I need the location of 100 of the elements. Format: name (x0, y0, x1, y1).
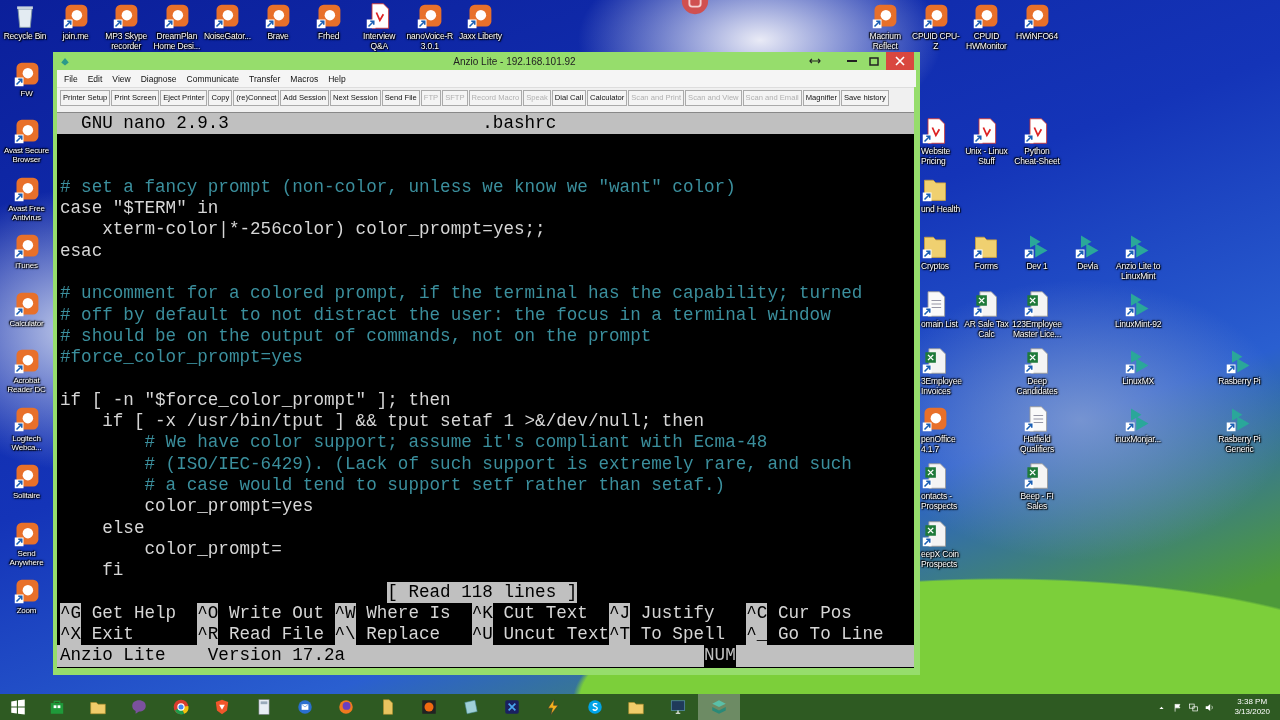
monitor-icon (668, 698, 687, 716)
spreadsheet-icon (1023, 462, 1051, 490)
version-text: Version 17.2a (207, 645, 347, 667)
menu-item[interactable]: File (64, 73, 78, 84)
menu-item[interactable]: View (112, 73, 131, 84)
desktop-icon-label[interactable]: Interview Q&A (354, 31, 405, 51)
desktop-icon-label[interactable]: Avast Secure Browser (0, 146, 53, 164)
code-line: fi (101, 560, 124, 582)
clock-date[interactable]: 3/13/2020 (1234, 707, 1270, 717)
desktop-icon-label[interactable]: Anzio Lite to LinuxMint (1113, 261, 1164, 281)
code-comment: # We have color support; assume it's compliant with Ecma-48 (143, 432, 768, 454)
desktop-icon-label[interactable]: penOffice 4.1.7 (921, 433, 961, 454)
desktop-icon-label[interactable]: Send Anywhere (0, 548, 53, 567)
desktop-icon-label[interactable]: 123Employee Master Lice... (1012, 318, 1062, 339)
code-line: case "$TERM" in (60, 198, 219, 220)
x-icon (503, 698, 521, 716)
desktop-icon-label[interactable]: FW (20, 88, 33, 98)
shortcut-key: ^K (471, 602, 493, 625)
close-button[interactable] (886, 52, 914, 70)
shortcut-label: Uncut Text (503, 624, 609, 646)
code-comment: # should be on the output of commands, not on the prompt (60, 325, 652, 348)
desktop-icon-label[interactable]: join.me (62, 31, 89, 41)
app-tile-icon (12, 577, 41, 605)
network-icon (1188, 701, 1200, 713)
desktop-icon-label[interactable]: Rasberry Pi (1218, 376, 1261, 386)
desktop-icon-label[interactable]: Macrium Reflect (860, 31, 911, 51)
menu-item[interactable]: Transfer (249, 73, 281, 84)
desktop-icon-label[interactable]: und Health (921, 203, 961, 214)
desktop-icon-label[interactable]: Forms (974, 261, 998, 271)
spreadsheet-icon (921, 462, 949, 490)
desktop-icon-label[interactable]: Acrobat Reader DC (0, 376, 53, 394)
desktop-icon-label[interactable]: Avast Free Antivirus (0, 203, 53, 222)
shortcut-label: Cut Text (503, 602, 588, 625)
desktop-icon-label[interactable]: 3Employee Invoices (921, 376, 962, 396)
desktop-icon-label[interactable]: Recycle Bin (3, 31, 47, 41)
desktop-icon-label[interactable]: CPUID HWMonitor (961, 31, 1012, 51)
desktop-icon-label[interactable]: HWiNFO64 (1016, 31, 1058, 41)
desktop-icon-label[interactable]: Beep - FI Sales (1012, 491, 1062, 511)
shortcut-label: Replace (366, 624, 441, 646)
spreadsheet-icon (1023, 289, 1051, 318)
desktop-icon-label[interactable]: iTunes (15, 261, 38, 270)
desktop-icon-label[interactable]: Brave (267, 31, 289, 41)
code-line: color_prompt=yes (143, 496, 314, 518)
desktop-icon-label[interactable]: Solitaire (12, 491, 41, 500)
browser-globe-icon (171, 698, 190, 716)
menu-item[interactable]: Diagnose (140, 73, 177, 84)
spreadsheet-icon (921, 519, 949, 548)
shortcut-key: ^_ (746, 624, 768, 646)
menu-item[interactable]: Edit (87, 73, 103, 84)
desktop-icon-label[interactable]: Jaxx Liberty (458, 31, 502, 41)
shortcut-key: ^O (197, 602, 219, 625)
app-tile-icon (12, 232, 41, 260)
desktop-icon-label[interactable]: Devla (1077, 261, 1098, 271)
desktop-icon-label[interactable]: Logitech Webca... (0, 433, 53, 452)
app-tile-icon (1023, 2, 1051, 30)
shortcut-key: ^T (609, 624, 631, 646)
app-tile-icon (162, 2, 191, 30)
shortcut-key: ^G (60, 602, 82, 625)
desktop-icon-label[interactable]: Zoom (16, 606, 37, 615)
desktop-icon-label[interactable]: omain List (921, 318, 958, 329)
shortcut-key: ^W (334, 602, 356, 625)
menu-item[interactable]: Communicate (186, 73, 239, 84)
desktop-icon-label[interactable]: NoiseGator... (203, 31, 251, 41)
desktop-icon-label[interactable]: DreamPlan Home Desi... (151, 31, 202, 51)
desktop-icon-label[interactable]: CPUID CPU-Z (910, 31, 961, 51)
flag-icon (1172, 701, 1184, 713)
file-name: .bashrc (482, 113, 557, 135)
shortcut-key: ^U (471, 624, 493, 646)
desktop-icon-label[interactable]: eepX Coin Prospects (921, 548, 961, 569)
desktop-icon-label[interactable]: Cryptos (921, 261, 949, 271)
clock-time[interactable]: 3:38 PM (1237, 697, 1268, 707)
code-comment: # uncomment for a colored prompt, if the terminal has the capability; turned (60, 283, 863, 305)
menu-item[interactable]: Help (328, 73, 346, 84)
app-tile-icon (61, 2, 90, 30)
desktop-icon-label[interactable]: AR Sale Tax Calc (961, 318, 1012, 339)
app-name: Anzio Lite (60, 645, 166, 667)
desktop-icon-label[interactable]: MP3 Skype recorder (101, 31, 152, 51)
desktop-icon-label[interactable]: LinuxMX (1122, 376, 1154, 386)
shortcut-label: Go To Line (777, 624, 884, 646)
menu-item[interactable]: Macros (290, 73, 319, 84)
desktop-icon-label[interactable]: nanoVoice-R 3.0.1 (404, 31, 455, 51)
app-tile-icon (921, 2, 950, 30)
spreadsheet-icon (1023, 347, 1051, 375)
desktop-icon-label[interactable]: Deep Candidates (1012, 376, 1062, 396)
desktop-icon-label[interactable]: ontacts - Prospects (921, 491, 961, 511)
code-comment: #force_color_prompt=yes (60, 347, 303, 369)
app-tile-icon (12, 462, 41, 490)
desktop-icon-label[interactable]: Frhed (318, 31, 340, 41)
shortcut-key: ^R (197, 624, 219, 646)
shortcut-key: ^X (60, 624, 82, 646)
desktop-icon-label[interactable]: LinuxMint-92 (1115, 318, 1162, 329)
editor-name: GNU nano 2.9.3 (80, 113, 230, 135)
browser-icon (337, 698, 356, 716)
desktop-icon-label[interactable]: Website Pricing (921, 146, 961, 166)
desktop-icon-label[interactable]: Python Cheat-Sheet (1012, 146, 1062, 166)
code-line: color_prompt= (143, 538, 282, 561)
shortcut-key: ^\ (334, 624, 356, 646)
desktop-icon-label[interactable]: Unix - Linux Stuff (961, 146, 1012, 166)
desktop-icon-label[interactable]: Rasberry Pi Generic (1214, 433, 1265, 454)
desktop-icon-label[interactable]: Dev 1 (1026, 261, 1048, 271)
